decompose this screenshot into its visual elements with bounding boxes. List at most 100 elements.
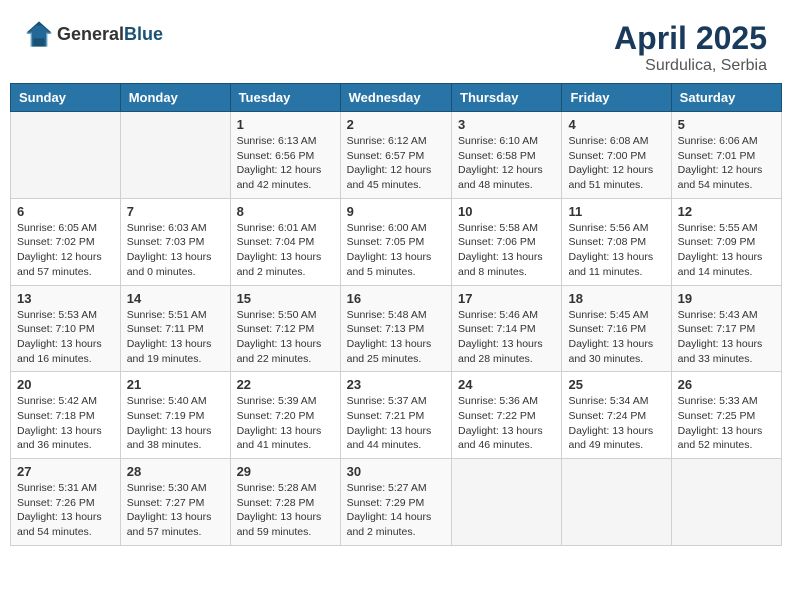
day-info: Sunrise: 5:39 AM Sunset: 7:20 PM Dayligh…	[237, 394, 334, 453]
calendar-cell: 22Sunrise: 5:39 AM Sunset: 7:20 PM Dayli…	[230, 372, 340, 459]
calendar-cell: 2Sunrise: 6:12 AM Sunset: 6:57 PM Daylig…	[340, 112, 451, 199]
calendar-cell: 5 Sunrise: 6:06 AM Sunset: 7:01 PM Daylig…	[671, 112, 781, 199]
calendar-cell	[11, 112, 121, 199]
logo-text: GeneralBlue	[57, 24, 163, 45]
day-info: Sunrise: 5:45 AM Sunset: 7:16 PM Dayligh…	[568, 308, 664, 367]
day-info: Sunrise: 5:33 AM Sunset: 7:25 PM Dayligh…	[678, 394, 775, 453]
calendar-cell: 21Sunrise: 5:40 AM Sunset: 7:19 PM Dayli…	[120, 372, 230, 459]
calendar-week-row: 1 Sunrise: 6:13 AM Sunset: 6:56 PM Daylig…	[11, 112, 782, 199]
day-number: 15	[237, 291, 334, 306]
location-title: Surdulica, Serbia	[614, 57, 767, 75]
calendar-cell: 12 Sunrise: 5:55 AM Sunset: 7:09 PM Dayli…	[671, 198, 781, 285]
day-number: 19	[678, 291, 775, 306]
day-info: Sunrise: 5:36 AM Sunset: 7:22 PM Dayligh…	[458, 394, 555, 453]
calendar-cell	[452, 459, 562, 546]
calendar-cell: 24 Sunrise: 5:36 AM Sunset: 7:22 PM Dayli…	[452, 372, 562, 459]
day-info: Sunrise: 6:00 AM Sunset: 7:05 PM Dayligh…	[347, 221, 445, 280]
calendar-cell: 1 Sunrise: 6:13 AM Sunset: 6:56 PM Daylig…	[230, 112, 340, 199]
day-number: 1	[237, 117, 334, 132]
calendar-cell: 3 Sunrise: 6:10 AM Sunset: 6:58 PM Daylig…	[452, 112, 562, 199]
day-info: Sunrise: 5:42 AM Sunset: 7:18 PM Dayligh…	[17, 394, 114, 453]
day-number: 16	[347, 291, 445, 306]
calendar-cell: 8 Sunrise: 6:01 AM Sunset: 7:04 PM Daylig…	[230, 198, 340, 285]
column-header-monday: Monday	[120, 84, 230, 112]
column-header-wednesday: Wednesday	[340, 84, 451, 112]
day-number: 12	[678, 204, 775, 219]
day-number: 3	[458, 117, 555, 132]
calendar-cell: 10 Sunrise: 5:58 AM Sunset: 7:06 PM Dayli…	[452, 198, 562, 285]
day-number: 10	[458, 204, 555, 219]
calendar-cell: 15Sunrise: 5:50 AM Sunset: 7:12 PM Dayli…	[230, 285, 340, 372]
calendar-cell: 29 Sunrise: 5:28 AM Sunset: 7:28 PM Dayli…	[230, 459, 340, 546]
day-number: 13	[17, 291, 114, 306]
day-number: 30	[347, 464, 445, 479]
logo: GeneralBlue	[25, 20, 163, 48]
day-number: 7	[127, 204, 224, 219]
day-number: 25	[568, 377, 664, 392]
day-number: 5	[678, 117, 775, 132]
calendar-cell: 6 Sunrise: 6:05 AM Sunset: 7:02 PM Daylig…	[11, 198, 121, 285]
day-number: 6	[17, 204, 114, 219]
day-info: Sunrise: 5:30 AM Sunset: 7:27 PM Dayligh…	[127, 481, 224, 540]
day-number: 4	[568, 117, 664, 132]
logo-icon	[25, 20, 53, 48]
logo-general: General	[57, 24, 124, 44]
day-number: 27	[17, 464, 114, 479]
day-number: 26	[678, 377, 775, 392]
day-number: 29	[237, 464, 334, 479]
column-header-tuesday: Tuesday	[230, 84, 340, 112]
calendar-week-row: 20 Sunrise: 5:42 AM Sunset: 7:18 PM Dayli…	[11, 372, 782, 459]
day-info: Sunrise: 5:51 AM Sunset: 7:11 PM Dayligh…	[127, 308, 224, 367]
calendar-week-row: 27 Sunrise: 5:31 AM Sunset: 7:26 PM Dayli…	[11, 459, 782, 546]
day-info: Sunrise: 6:10 AM Sunset: 6:58 PM Dayligh…	[458, 134, 555, 193]
day-number: 23	[347, 377, 445, 392]
day-info: Sunrise: 5:28 AM Sunset: 7:28 PM Dayligh…	[237, 481, 334, 540]
column-header-sunday: Sunday	[11, 84, 121, 112]
calendar-cell: 9 Sunrise: 6:00 AM Sunset: 7:05 PM Daylig…	[340, 198, 451, 285]
day-info: Sunrise: 5:34 AM Sunset: 7:24 PM Dayligh…	[568, 394, 664, 453]
calendar-cell: 23Sunrise: 5:37 AM Sunset: 7:21 PM Dayli…	[340, 372, 451, 459]
day-info: Sunrise: 6:13 AM Sunset: 6:56 PM Dayligh…	[237, 134, 334, 193]
day-info: Sunrise: 5:53 AM Sunset: 7:10 PM Dayligh…	[17, 308, 114, 367]
day-info: Sunrise: 5:27 AM Sunset: 7:29 PM Dayligh…	[347, 481, 445, 540]
day-number: 17	[458, 291, 555, 306]
day-info: Sunrise: 5:31 AM Sunset: 7:26 PM Dayligh…	[17, 481, 114, 540]
day-number: 21	[127, 377, 224, 392]
day-info: Sunrise: 5:55 AM Sunset: 7:09 PM Dayligh…	[678, 221, 775, 280]
month-title: April 2025	[614, 20, 767, 57]
day-info: Sunrise: 6:08 AM Sunset: 7:00 PM Dayligh…	[568, 134, 664, 193]
day-info: Sunrise: 5:58 AM Sunset: 7:06 PM Dayligh…	[458, 221, 555, 280]
page-header: GeneralBlue April 2025 Surdulica, Serbia	[10, 10, 782, 83]
day-number: 8	[237, 204, 334, 219]
calendar-cell	[120, 112, 230, 199]
day-number: 20	[17, 377, 114, 392]
calendar-cell: 7 Sunrise: 6:03 AM Sunset: 7:03 PM Daylig…	[120, 198, 230, 285]
calendar-week-row: 13 Sunrise: 5:53 AM Sunset: 7:10 PM Dayli…	[11, 285, 782, 372]
calendar-cell: 27 Sunrise: 5:31 AM Sunset: 7:26 PM Dayli…	[11, 459, 121, 546]
day-number: 9	[347, 204, 445, 219]
day-number: 24	[458, 377, 555, 392]
calendar-header-row: SundayMondayTuesdayWednesdayThursdayFrid…	[11, 84, 782, 112]
day-number: 14	[127, 291, 224, 306]
calendar-cell: 16 Sunrise: 5:48 AM Sunset: 7:13 PM Dayli…	[340, 285, 451, 372]
day-info: Sunrise: 5:56 AM Sunset: 7:08 PM Dayligh…	[568, 221, 664, 280]
calendar-cell: 28Sunrise: 5:30 AM Sunset: 7:27 PM Dayli…	[120, 459, 230, 546]
calendar-cell: 18 Sunrise: 5:45 AM Sunset: 7:16 PM Dayli…	[562, 285, 671, 372]
day-info: Sunrise: 6:01 AM Sunset: 7:04 PM Dayligh…	[237, 221, 334, 280]
calendar-cell: 30 Sunrise: 5:27 AM Sunset: 7:29 PM Dayli…	[340, 459, 451, 546]
column-header-thursday: Thursday	[452, 84, 562, 112]
calendar-cell: 17Sunrise: 5:46 AM Sunset: 7:14 PM Dayli…	[452, 285, 562, 372]
day-info: Sunrise: 6:05 AM Sunset: 7:02 PM Dayligh…	[17, 221, 114, 280]
day-info: Sunrise: 5:43 AM Sunset: 7:17 PM Dayligh…	[678, 308, 775, 367]
calendar-cell: 20 Sunrise: 5:42 AM Sunset: 7:18 PM Dayli…	[11, 372, 121, 459]
logo-blue: Blue	[124, 24, 163, 44]
calendar-cell	[671, 459, 781, 546]
day-number: 18	[568, 291, 664, 306]
day-info: Sunrise: 6:06 AM Sunset: 7:01 PM Dayligh…	[678, 134, 775, 193]
day-info: Sunrise: 6:03 AM Sunset: 7:03 PM Dayligh…	[127, 221, 224, 280]
column-header-saturday: Saturday	[671, 84, 781, 112]
calendar-cell: 25 Sunrise: 5:34 AM Sunset: 7:24 PM Dayli…	[562, 372, 671, 459]
day-info: Sunrise: 5:48 AM Sunset: 7:13 PM Dayligh…	[347, 308, 445, 367]
calendar-cell: 4 Sunrise: 6:08 AM Sunset: 7:00 PM Daylig…	[562, 112, 671, 199]
calendar-cell: 26 Sunrise: 5:33 AM Sunset: 7:25 PM Dayli…	[671, 372, 781, 459]
